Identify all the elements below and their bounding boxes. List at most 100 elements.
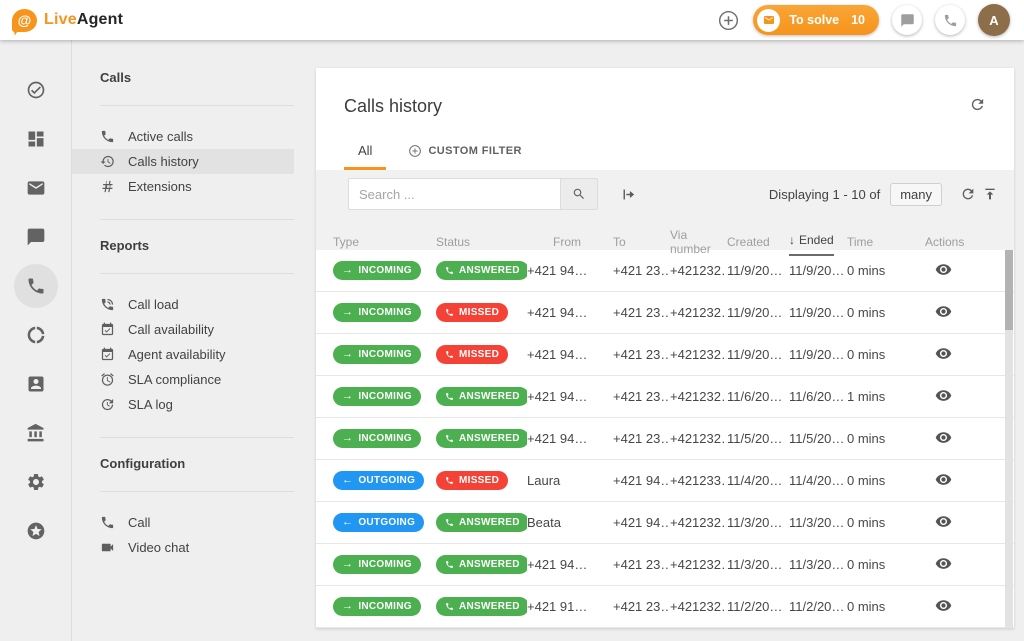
tab-custom-filter[interactable]: CUSTOM FILTER [394,134,535,170]
search-input[interactable] [348,178,560,210]
history-icon [100,154,115,169]
sidebar-item-video-chat[interactable]: Video chat [72,535,294,560]
cell-from: Laura [527,473,613,488]
search-button[interactable] [560,178,598,210]
column-label: Time [847,235,873,249]
table-row[interactable]: →INCOMINGANSWERED+421 91…+421 23…+421232… [316,586,1014,628]
section-title-configuration: Configuration [100,456,316,471]
cell-via: +421232… [670,263,727,278]
sidebar-item-label: Video chat [128,540,189,555]
sidebar-item-sla-compliance[interactable]: SLA compliance [72,367,294,392]
sidebar-item-active-calls[interactable]: Active calls [72,124,294,149]
cell-type: ←OUTGOING [333,471,436,490]
brand-logo[interactable]: @ LiveAgent [12,9,123,32]
view-call-button[interactable] [935,471,952,491]
column-header-ended[interactable]: ↓Ended [789,218,847,256]
sidebar-item-agent-availability[interactable]: Agent availability [72,342,294,367]
column-label: From [553,235,581,249]
rail-item-check-circle[interactable] [14,68,58,112]
cell-actions [925,471,1014,491]
sidebar-item-extensions[interactable]: Extensions [72,174,294,199]
avatar[interactable]: A [978,4,1010,36]
view-call-button[interactable] [935,345,952,365]
column-label: Created [727,235,770,249]
sidebar: CallsActive callsCalls historyExtensions… [72,40,316,641]
scrollbar-thumb[interactable] [1005,250,1013,330]
column-header-created[interactable]: Created [727,218,789,256]
column-header-from[interactable]: From [527,218,613,256]
sidebar-item-call-availability[interactable]: Call availability [72,317,294,342]
badge-label: INCOMING [358,349,412,360]
rail-item-chat[interactable] [14,215,58,259]
rail-item-settings[interactable] [14,460,58,504]
view-call-button[interactable] [935,303,952,323]
arrow-right-icon: → [342,307,353,318]
sidebar-item-sla-log[interactable]: SLA log [72,392,294,417]
table-row[interactable]: →INCOMINGANSWERED+421 94…+421 23…+421232… [316,376,1014,418]
chat-icon [26,227,46,247]
view-call-button[interactable] [935,387,952,407]
type-badge: →INCOMING [333,429,421,448]
column-header-time[interactable]: Time [847,218,925,256]
scroll-top-icon[interactable] [982,186,998,202]
rail-item-dashboard[interactable] [14,117,58,161]
sidebar-item-call[interactable]: Call [72,510,294,535]
rail-item-donut[interactable] [14,313,58,357]
column-header-type[interactable]: Type [333,218,436,256]
tab-all[interactable]: All [344,134,386,170]
to-solve-button[interactable]: To solve 10 [753,5,879,35]
cell-status: ANSWERED [436,555,527,574]
cell-via: +421232… [670,557,727,572]
phone-icon [445,350,454,359]
cell-via: +421232… [670,599,727,614]
view-call-button[interactable] [935,261,952,281]
table-row[interactable]: →INCOMINGANSWERED+421 94…+421 23…+421232… [316,544,1014,586]
column-header-actions[interactable]: Actions [925,218,1014,256]
view-call-button[interactable] [935,597,952,617]
chat-button[interactable] [892,5,922,35]
refresh-icon[interactable] [969,96,986,113]
column-header-status[interactable]: Status [436,218,527,256]
rail-item-bank[interactable] [14,411,58,455]
rail-item-contacts[interactable] [14,362,58,406]
eye-icon [935,345,952,362]
badge-label: MISSED [459,307,499,318]
refresh-list-icon[interactable] [960,186,976,202]
table-toolbar: Displaying 1 - 10 of many [316,170,1014,218]
table-row[interactable]: ←OUTGOINGMISSEDLaura+421 94…+421233…11/4… [316,460,1014,502]
forward-filter-icon[interactable] [620,186,637,203]
sidebar-item-label: SLA log [128,397,173,412]
table-row[interactable]: →INCOMINGMISSED+421 94…+421 23…+421232…1… [316,334,1014,376]
view-call-button[interactable] [935,513,952,533]
cell-to: +421 23… [613,557,670,572]
view-call-button[interactable] [935,555,952,575]
table-row[interactable]: →INCOMINGANSWERED+421 94…+421 23…+421232… [316,418,1014,460]
displaying-text: Displaying 1 - 10 of [769,187,880,202]
cell-to: +421 23… [613,431,670,446]
column-header-via[interactable]: Via number [670,218,727,256]
table-row[interactable]: →INCOMINGANSWERED+421 94…+421 23…+421232… [316,250,1014,292]
phone-button[interactable] [935,5,965,35]
sidebar-item-calls-history[interactable]: Calls history [72,149,294,174]
view-call-button[interactable] [935,429,952,449]
eye-icon [935,471,952,488]
donut-icon [26,325,46,345]
badge-label: OUTGOING [358,475,415,486]
cell-to: +421 23… [613,599,670,614]
table-row[interactable]: →INCOMINGMISSED+421 94…+421 23…+421232…1… [316,292,1014,334]
sidebar-item-label: Call load [128,297,179,312]
sidebar-item-label: Agent availability [128,347,226,362]
rail-item-phone[interactable] [14,264,58,308]
topbar: @ LiveAgent To solve 10 A [0,0,1024,40]
rail-item-star-circle[interactable] [14,509,58,553]
table-scrollbar[interactable] [1005,250,1013,627]
badge-label: INCOMING [358,601,412,612]
many-button[interactable]: many [890,183,942,206]
rail-item-mail[interactable] [14,166,58,210]
sidebar-item-call-load[interactable]: Call load [72,292,294,317]
add-icon[interactable] [717,9,740,32]
column-header-to[interactable]: To [613,218,670,256]
calls-history-card: Calls history AllCUSTOM FILTER Displayin… [316,68,1014,628]
table-row[interactable]: ←OUTGOINGANSWEREDBeata+421 94…+421232…11… [316,502,1014,544]
contacts-icon [26,374,46,394]
